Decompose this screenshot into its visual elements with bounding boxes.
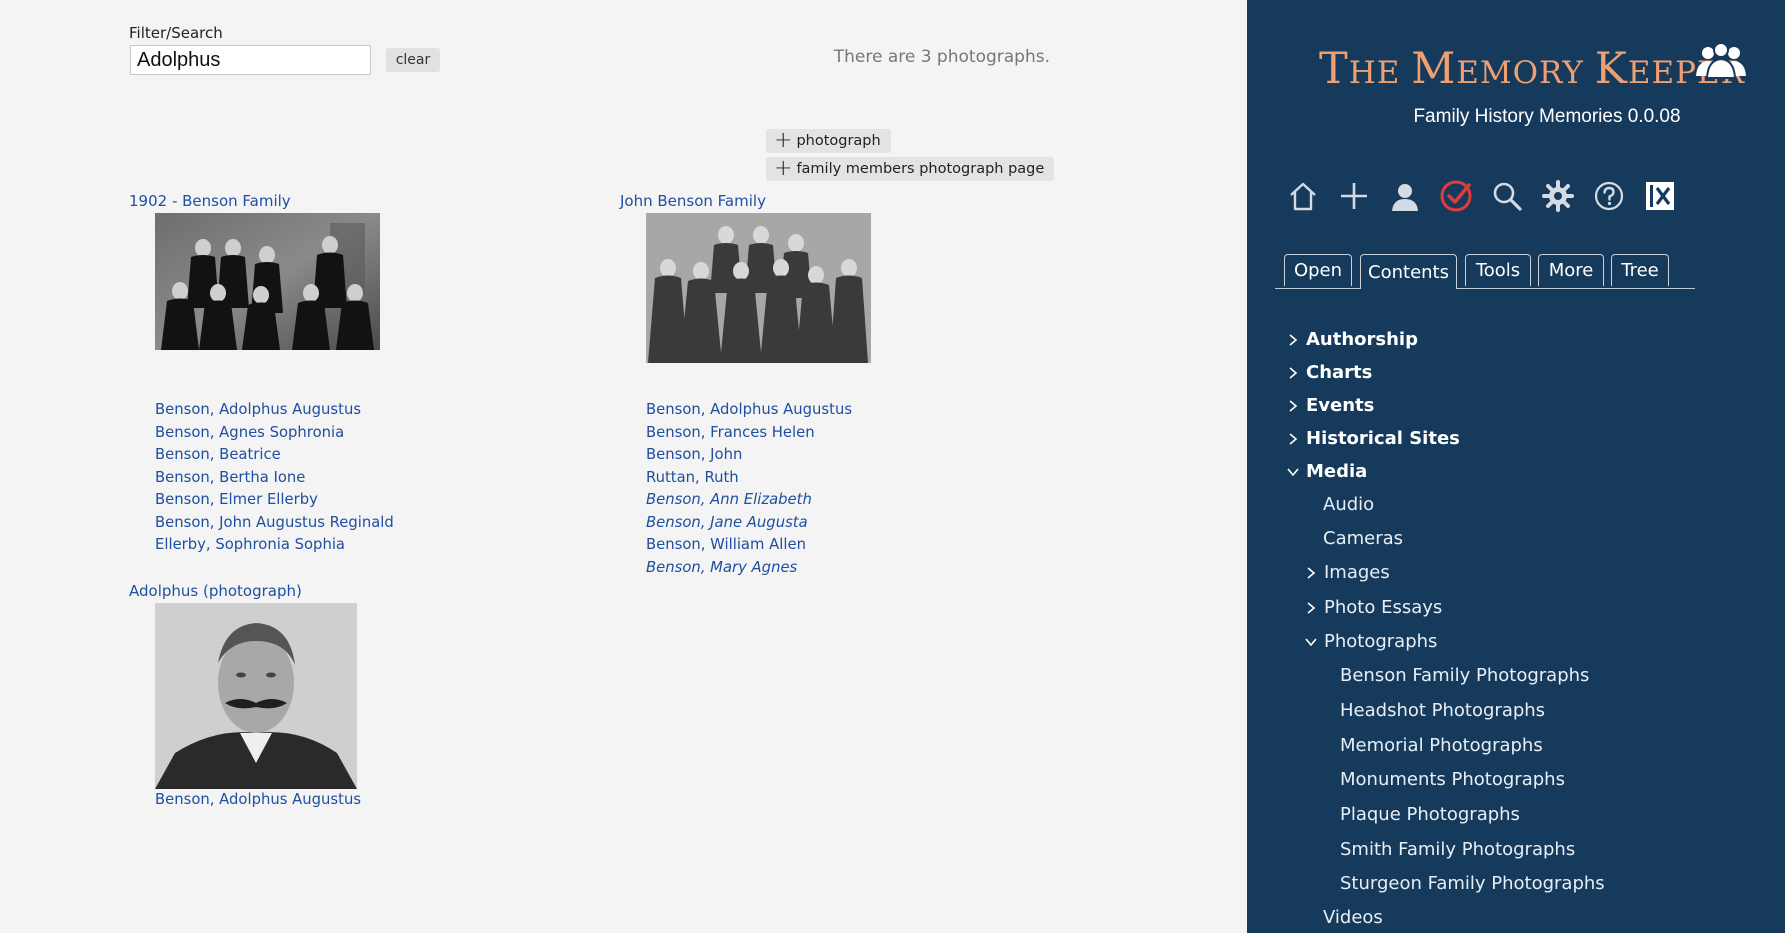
member-list: Benson, Adolphus Augustus: [155, 791, 361, 814]
member-link[interactable]: Benson, Adolphus Augustus: [155, 791, 361, 814]
portrait-photo-image: [155, 603, 357, 789]
tree-item-memorial-photographs[interactable]: Memorial Photographs: [1340, 735, 1543, 756]
clear-button[interactable]: clear: [386, 48, 440, 72]
tab-open[interactable]: Open: [1284, 254, 1352, 286]
chevron-right-icon: [1289, 366, 1298, 379]
photo-thumbnail[interactable]: [155, 213, 380, 350]
chevron-right-icon: [1289, 399, 1298, 412]
plus-icon[interactable]: [1336, 178, 1372, 214]
chevron-right-icon: [1307, 566, 1316, 579]
member-list: Benson, Adolphus Augustus Benson, France…: [646, 401, 852, 581]
photo-title-link[interactable]: 1902 - Benson Family: [129, 192, 291, 210]
plus-icon: +: [774, 156, 793, 181]
tree-item-sturgeon-family-photographs[interactable]: Sturgeon Family Photographs: [1340, 873, 1605, 894]
tree-item-videos[interactable]: Videos: [1323, 907, 1383, 928]
tree-item-audio[interactable]: Audio: [1323, 494, 1374, 515]
main-content: Filter/Search clear There are 3 photogra…: [0, 0, 1247, 933]
chevron-down-icon: [1287, 467, 1299, 476]
plus-icon: +: [774, 128, 793, 153]
home-icon[interactable]: [1285, 178, 1321, 214]
person-icon[interactable]: [1387, 178, 1423, 214]
member-link[interactable]: Benson, Bertha Ione: [155, 469, 394, 492]
member-link[interactable]: Benson, Jane Augusta: [646, 514, 852, 537]
sidebar-tabs: Open Contents Tools More Tree: [1275, 254, 1695, 289]
photo-title-link[interactable]: John Benson Family: [620, 192, 766, 210]
member-link[interactable]: Benson, Beatrice: [155, 446, 394, 469]
member-list: Benson, Adolphus Augustus Benson, Agnes …: [155, 401, 394, 559]
tree-item-plaque-photographs[interactable]: Plaque Photographs: [1340, 804, 1520, 825]
group-photo-image: [646, 213, 871, 363]
tree-item-images[interactable]: Images: [1304, 562, 1390, 583]
photo-title-link[interactable]: Adolphus (photograph): [129, 582, 302, 600]
add-family-page-label: family members photograph page: [796, 161, 1045, 177]
tab-more[interactable]: More: [1538, 254, 1604, 286]
member-link[interactable]: Benson, Frances Helen: [646, 424, 852, 447]
tree-item-authorship[interactable]: Authorship: [1286, 329, 1418, 350]
tree-item-events[interactable]: Events: [1286, 395, 1374, 416]
photo-count-text: There are 3 photographs.: [833, 47, 1050, 67]
filter-label: Filter/Search: [129, 24, 223, 42]
help-icon[interactable]: [1591, 178, 1627, 214]
family-icon[interactable]: [1695, 40, 1747, 80]
close-box-icon[interactable]: [1642, 178, 1678, 214]
photo-thumbnail[interactable]: [646, 213, 871, 363]
member-link[interactable]: Benson, Mary Agnes: [646, 559, 852, 582]
tree-item-historical-sites[interactable]: Historical Sites: [1286, 428, 1460, 449]
tree-item-cameras[interactable]: Cameras: [1323, 528, 1403, 549]
member-link[interactable]: Benson, William Allen: [646, 536, 852, 559]
member-link[interactable]: Benson, Adolphus Augustus: [646, 401, 852, 424]
sidebar: THE MEMORY KEEPER Family History Memorie…: [1247, 0, 1785, 933]
tree-item-charts[interactable]: Charts: [1286, 362, 1372, 383]
group-photo-image: [155, 213, 380, 350]
chevron-right-icon: [1289, 432, 1298, 445]
member-link[interactable]: Benson, John Augustus Reginald: [155, 514, 394, 537]
tab-contents[interactable]: Contents: [1360, 254, 1457, 289]
search-input[interactable]: [130, 45, 371, 75]
tab-tree[interactable]: Tree: [1611, 254, 1669, 286]
gear-icon[interactable]: [1540, 178, 1576, 214]
search-icon[interactable]: [1489, 178, 1525, 214]
add-photograph-label: photograph: [796, 133, 881, 149]
photo-thumbnail[interactable]: [155, 603, 357, 789]
tree-item-benson-family-photographs[interactable]: Benson Family Photographs: [1340, 665, 1589, 686]
chevron-right-icon: [1289, 333, 1298, 346]
tree-item-monuments-photographs[interactable]: Monuments Photographs: [1340, 769, 1565, 790]
check-circle-icon[interactable]: [1438, 178, 1474, 214]
tab-tools[interactable]: Tools: [1465, 254, 1531, 286]
add-family-page-button[interactable]: + family members photograph page: [766, 156, 1055, 181]
member-link[interactable]: Benson, Agnes Sophronia: [155, 424, 394, 447]
member-link[interactable]: Ruttan, Ruth: [646, 469, 852, 492]
tree-item-photographs[interactable]: Photographs: [1304, 631, 1437, 652]
member-link[interactable]: Ellerby, Sophronia Sophia: [155, 536, 394, 559]
member-link[interactable]: Benson, Ann Elizabeth: [646, 491, 852, 514]
tree-item-photo-essays[interactable]: Photo Essays: [1304, 597, 1442, 618]
add-photograph-button[interactable]: + photograph: [766, 129, 891, 153]
app-subtitle: Family History Memories 0.0.08: [1413, 106, 1681, 127]
tree-item-smith-family-photographs[interactable]: Smith Family Photographs: [1340, 839, 1575, 860]
chevron-down-icon: [1305, 637, 1317, 646]
member-link[interactable]: Benson, Adolphus Augustus: [155, 401, 394, 424]
app-title: THE MEMORY KEEPER: [1319, 44, 1745, 94]
member-link[interactable]: Benson, John: [646, 446, 852, 469]
member-link[interactable]: Benson, Elmer Ellerby: [155, 491, 394, 514]
tree-item-media[interactable]: Media: [1286, 461, 1367, 482]
tree-item-headshot-photographs[interactable]: Headshot Photographs: [1340, 700, 1545, 721]
chevron-right-icon: [1307, 601, 1316, 614]
